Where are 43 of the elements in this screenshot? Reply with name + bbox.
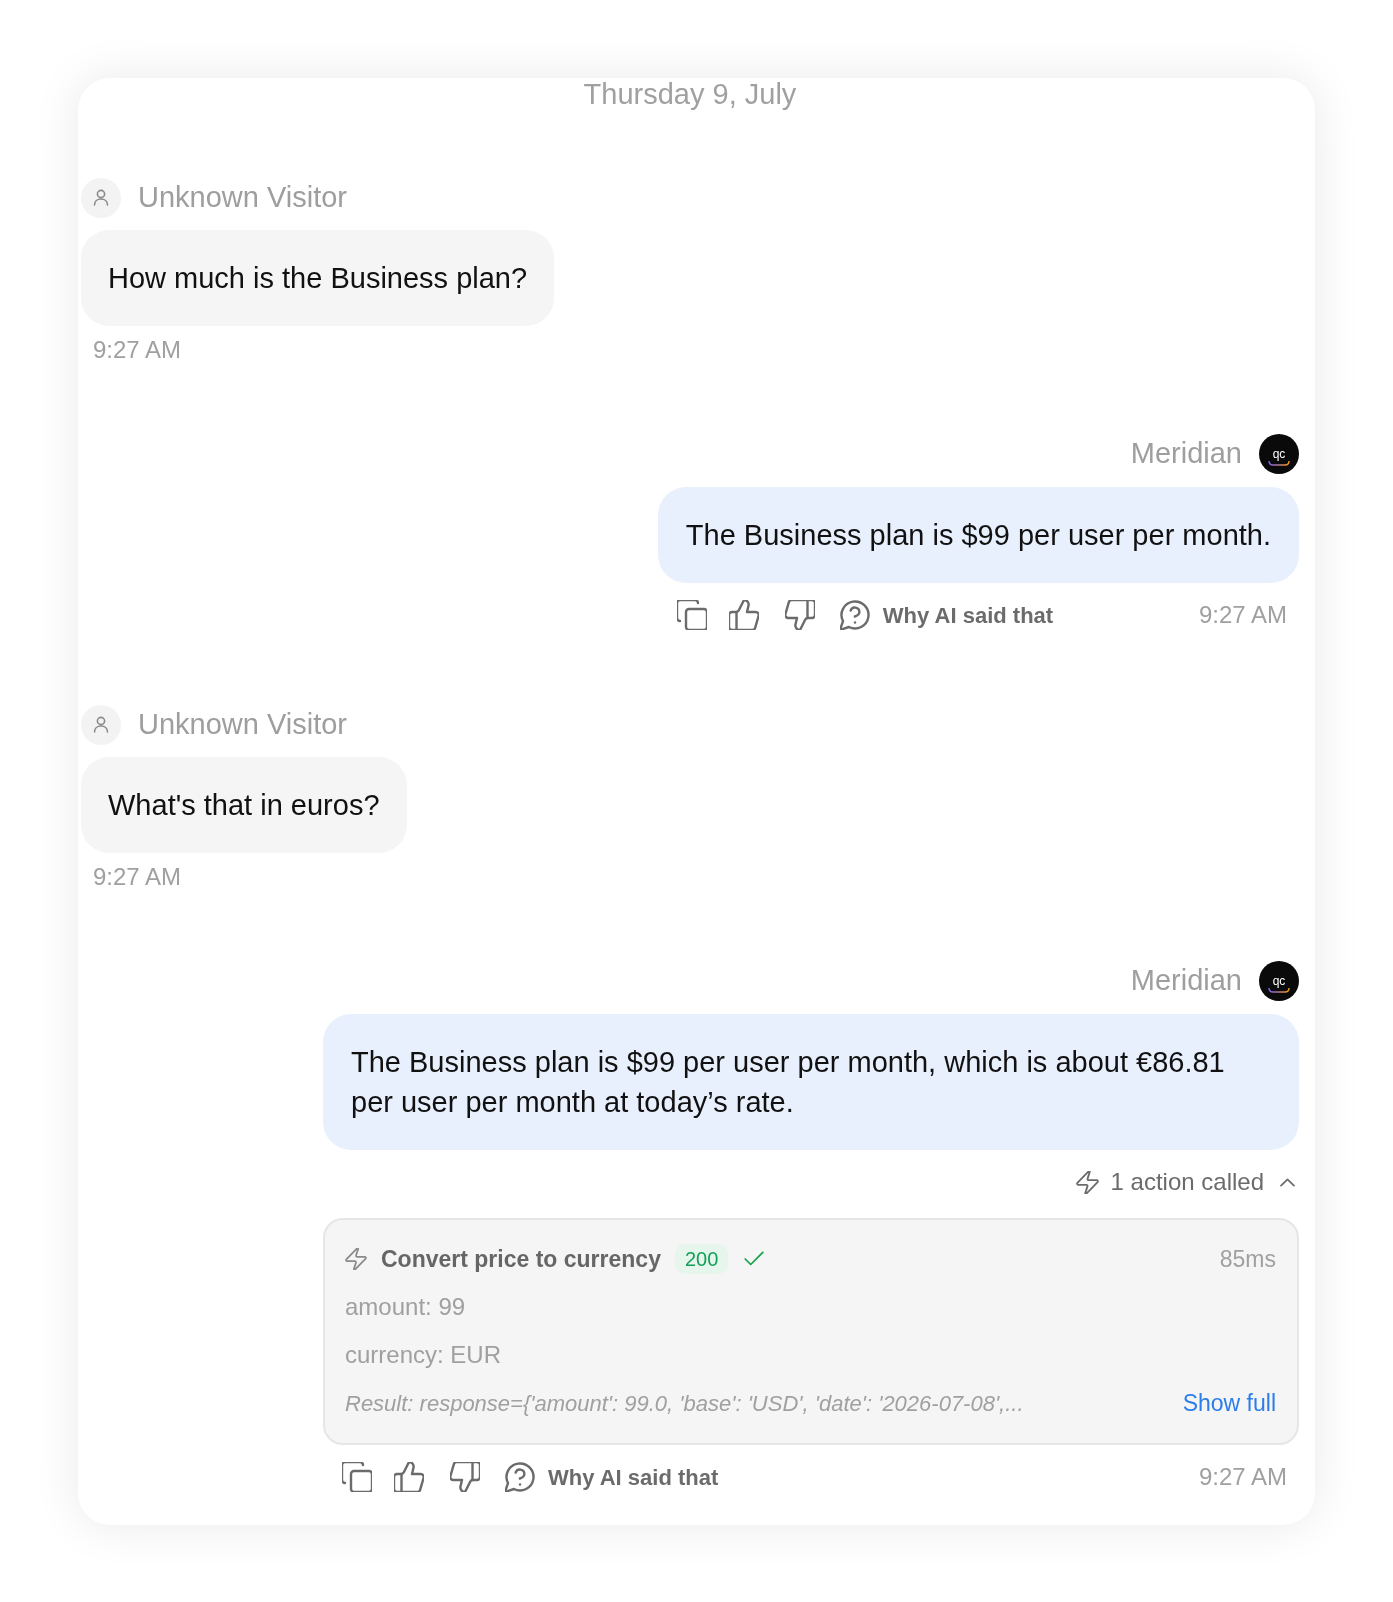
- sender-name: Unknown Visitor: [138, 180, 347, 216]
- sender-name: Meridian: [1130, 963, 1242, 999]
- copy-button[interactable]: [675, 599, 708, 631]
- visitor-message-bubble: What's that in euros?: [81, 757, 407, 853]
- thumbs-down-icon: [450, 1462, 480, 1492]
- timestamp: 9:27 AM: [1198, 1462, 1287, 1492]
- thumbs-down-button[interactable]: [783, 599, 816, 631]
- copy-icon: [676, 600, 707, 630]
- copy-icon: [342, 1462, 372, 1492]
- bot-avatar: qc: [1259, 434, 1299, 474]
- thumbs-up-icon: [728, 600, 759, 630]
- timestamp: 9:27 AM: [92, 336, 182, 364]
- thumbs-up-icon: [394, 1462, 424, 1492]
- duration: 85ms: [1219, 1244, 1276, 1274]
- date-divider: Thursday 9, July: [582, 78, 798, 110]
- sender-name: Meridian: [1130, 436, 1242, 472]
- question-bubble-icon: [505, 1462, 535, 1492]
- user-avatar-icon: [81, 705, 121, 745]
- show-full-link[interactable]: Show full: [1182, 1385, 1276, 1421]
- bot-message-bubble: The Business plan is $99 per user per month.: [657, 487, 1299, 583]
- timestamp: 9:27 AM: [1198, 600, 1287, 630]
- bot-avatar: qc: [1259, 961, 1299, 1001]
- lightning-icon: [345, 1248, 367, 1270]
- bot-message-bubble: The Business plan is $99 per user per month, which is about €86.81 per user per month at today’s rate.: [323, 1014, 1299, 1150]
- question-bubble-icon: [839, 600, 870, 630]
- thumbs-up-button[interactable]: [727, 599, 760, 631]
- status-code-badge: 200: [674, 1244, 729, 1274]
- thumbs-up-button[interactable]: [393, 1461, 425, 1493]
- action-name: Convert price to currency: [381, 1244, 661, 1274]
- sender-name: Unknown Visitor: [138, 707, 347, 743]
- result-text: Result: response={'amount': 99.0, 'base': 'USD', 'date': '2026-07-08',...: [345, 1389, 1024, 1418]
- copy-button[interactable]: [341, 1461, 373, 1493]
- parameter-text: currency: EUR: [345, 1340, 503, 1370]
- thumbs-down-button[interactable]: [449, 1461, 481, 1493]
- actions-called-toggle[interactable]: 1 action called: [1075, 1168, 1295, 1196]
- user-avatar-icon: [81, 178, 121, 218]
- why-ai-said-that-button[interactable]: Why AI said that: [839, 599, 1054, 631]
- timestamp: 9:27 AM: [92, 863, 182, 891]
- lightning-icon: [1075, 1170, 1099, 1194]
- why-ai-said-that-button[interactable]: Why AI said that: [505, 1461, 719, 1493]
- visitor-message-bubble: How much is the Business plan?: [81, 230, 555, 326]
- parameter-text: amount: 99: [345, 1292, 467, 1322]
- thumbs-down-icon: [784, 600, 815, 630]
